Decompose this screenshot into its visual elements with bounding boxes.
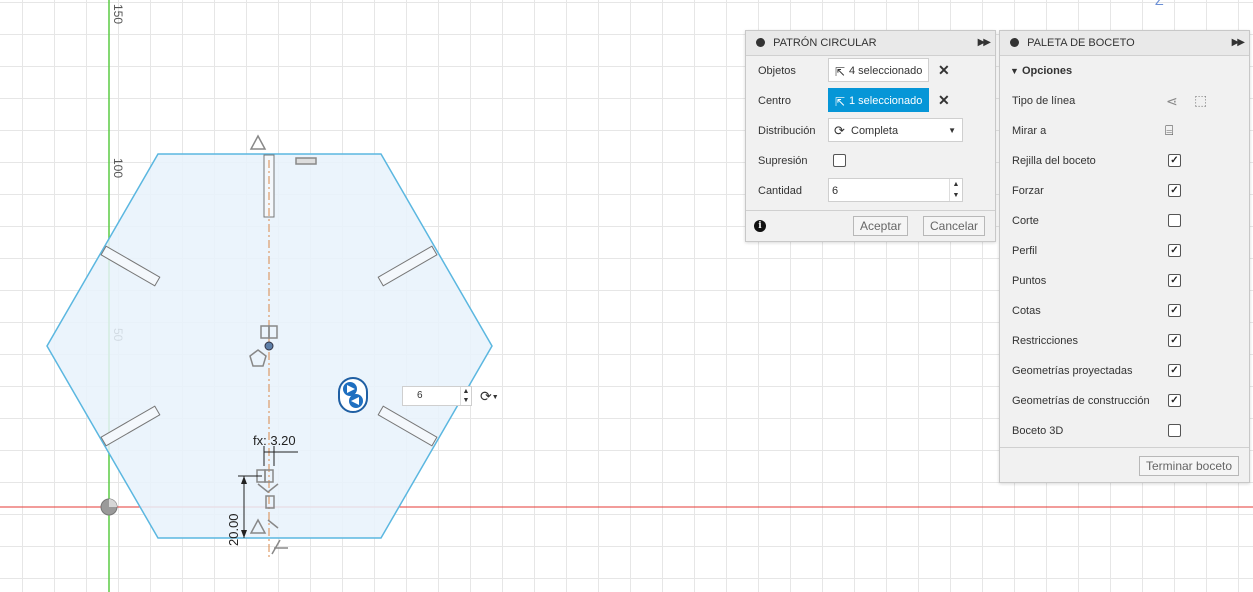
option-checkbox[interactable]: ✓	[1168, 394, 1181, 407]
canvas-quantity-input[interactable]: 6 ▲ ▼	[402, 386, 472, 406]
canvas-quantity-value: 6	[417, 390, 423, 401]
expand-icon[interactable]: ▶▶	[978, 31, 991, 55]
panel-title: PATRÓN CIRCULAR	[773, 37, 877, 49]
option-checkbox[interactable]	[1168, 214, 1181, 227]
option-checkbox[interactable]: ✓	[1168, 334, 1181, 347]
finish-sketch-button[interactable]: Terminar boceto	[1139, 456, 1240, 476]
quantity-input[interactable]: 6 ▲ ▼	[828, 178, 963, 202]
center-row: Centro ⇱ 1 seleccionado ✕	[746, 87, 995, 117]
linetype-label: Tipo de línea	[1012, 95, 1076, 107]
objects-selection[interactable]: ⇱ 4 seleccionado	[828, 58, 929, 82]
option-label: Perfil	[1012, 245, 1038, 257]
suppression-row: Supresión	[746, 147, 995, 177]
quantity-row: Cantidad 6 ▲ ▼	[746, 177, 995, 207]
option-row: Cotas ✓	[1000, 297, 1249, 327]
option-row: Rejilla del boceto ✓	[1000, 147, 1249, 177]
objects-value: 4 seleccionado	[849, 65, 923, 77]
ruler-label-100: 100	[111, 158, 125, 178]
quantity-label: Cantidad	[758, 185, 803, 197]
option-label: Corte	[1012, 215, 1039, 227]
option-row: Puntos ✓	[1000, 267, 1249, 297]
center-selection[interactable]: ⇱ 1 seleccionado	[828, 88, 929, 112]
triangle-down-icon: ▼	[1010, 66, 1019, 76]
objects-row: Objetos ⇱ 4 seleccionado ✕	[746, 57, 995, 87]
linetype-row: Tipo de línea ⋖ ⬚	[1000, 87, 1249, 117]
option-checkbox[interactable]: ✓	[1168, 274, 1181, 287]
ruler-label-150: 150	[111, 4, 125, 24]
collapse-icon[interactable]	[1010, 37, 1019, 47]
canvas-quantity-spinner[interactable]: ▲ ▼	[460, 387, 471, 405]
distribution-dropdown[interactable]: ⟳ Completa ▼	[828, 118, 963, 142]
circular-pattern-panel: PATRÓN CIRCULAR ▶▶ Objetos ⇱ 4 seleccion…	[745, 30, 996, 242]
centerline-icon[interactable]: ⬚	[1194, 92, 1207, 109]
dimension-fx-label[interactable]: fx: 3.20	[253, 433, 296, 448]
cancel-button[interactable]: Cancelar	[923, 216, 986, 236]
distribution-row: Distribución ⟳ Completa ▼	[746, 117, 995, 147]
option-label: Geometrías de construcción	[1012, 395, 1150, 407]
dimension-height-label[interactable]: 20.00	[226, 513, 241, 546]
clear-center-button[interactable]: ✕	[938, 92, 950, 109]
option-checkbox[interactable]: ✓	[1168, 154, 1181, 167]
center-label: Centro	[758, 95, 792, 107]
option-label: Rejilla del boceto	[1012, 155, 1096, 167]
options-section-title: Opciones	[1021, 65, 1073, 77]
panel-divider	[1000, 447, 1249, 448]
look-at-row: Mirar a ⌸	[1000, 117, 1249, 147]
option-row: Restricciones ✓	[1000, 327, 1249, 357]
panel-title: PALETA DE BOCETO	[1027, 37, 1135, 49]
clear-objects-button[interactable]: ✕	[938, 62, 950, 79]
option-label: Puntos	[1012, 275, 1047, 287]
pattern-manipulator-icon[interactable]	[338, 377, 368, 413]
option-row: Geometrías proyectadas ✓	[1000, 357, 1249, 387]
chevron-down-icon: ▼	[948, 126, 956, 135]
option-row: Forzar ✓	[1000, 177, 1249, 207]
ok-button[interactable]: Aceptar	[853, 216, 909, 236]
info-icon[interactable]: i	[754, 220, 766, 232]
look-at-icon[interactable]: ⌸	[1165, 122, 1173, 139]
option-row: Perfil ✓	[1000, 237, 1249, 267]
canvas-distribution-dropdown[interactable]: ⟳▼	[480, 388, 499, 405]
option-row: Boceto 3D	[1000, 417, 1249, 447]
quantity-spinner[interactable]: ▲ ▼	[949, 179, 962, 201]
origin-icon-quadrant	[109, 499, 117, 507]
option-label: Boceto 3D	[1012, 425, 1064, 437]
panel-header: PATRÓN CIRCULAR ▶▶	[746, 31, 995, 56]
cursor-icon: ⇱	[835, 65, 846, 79]
options-section-header[interactable]: ▼ Opciones	[1000, 57, 1249, 87]
center-point[interactable]	[264, 341, 274, 351]
chevron-down-icon: ▼	[491, 393, 499, 401]
option-label: Geometrías proyectadas	[1012, 365, 1133, 377]
option-row: Geometrías de construcción ✓	[1000, 387, 1249, 417]
quantity-value: 6	[832, 185, 839, 197]
objects-label: Objetos	[758, 65, 796, 77]
distribution-label: Distribución	[758, 125, 816, 137]
option-checkbox[interactable]: ✓	[1168, 364, 1181, 377]
center-value: 1 seleccionado	[849, 95, 923, 107]
panel-header: PALETA DE BOCETO ▶▶	[1000, 31, 1249, 56]
distribution-value: Completa	[851, 125, 899, 137]
option-checkbox[interactable]: ✓	[1168, 304, 1181, 317]
suppression-checkbox[interactable]	[833, 154, 846, 167]
view-axis-label: Z	[1155, 0, 1164, 8]
expand-icon[interactable]: ▶▶	[1232, 31, 1245, 55]
panel-divider	[746, 210, 995, 211]
option-label: Forzar	[1012, 185, 1044, 197]
cursor-icon: ⇱	[835, 95, 846, 109]
option-checkbox[interactable]	[1168, 424, 1181, 437]
option-checkbox[interactable]: ✓	[1168, 184, 1181, 197]
option-row: Corte	[1000, 207, 1249, 237]
option-label: Cotas	[1012, 305, 1041, 317]
rotate-icon: ⟳	[480, 388, 492, 404]
rotate-icon: ⟳	[834, 123, 845, 138]
suppression-label: Supresión	[758, 155, 808, 167]
construction-line-icon[interactable]: ⋖	[1166, 93, 1178, 110]
option-checkbox[interactable]: ✓	[1168, 244, 1181, 257]
collapse-icon[interactable]	[756, 37, 765, 47]
sketch-palette-panel: PALETA DE BOCETO ▶▶ ▼ Opciones Tipo de l…	[999, 30, 1250, 483]
option-label: Restricciones	[1012, 335, 1079, 347]
look-at-label: Mirar a	[1012, 125, 1047, 137]
